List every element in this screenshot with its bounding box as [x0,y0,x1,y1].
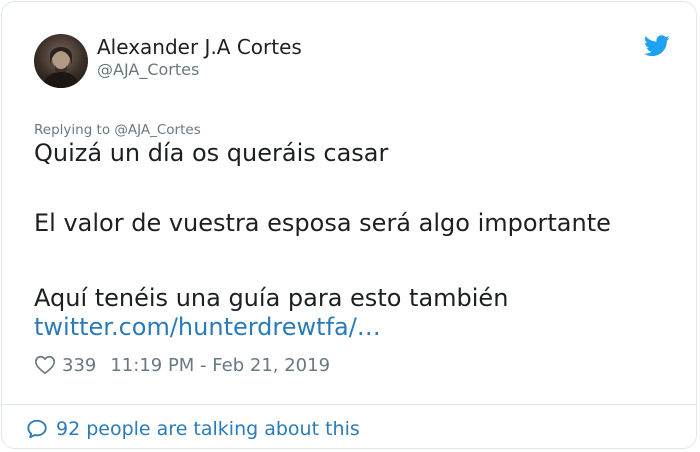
avatar-portrait [42,47,80,88]
tweet-text-line-1: Quizá un día os queráis casar [34,139,389,167]
tweet-text-line-3: Aquí tenéis una guía para esto también [34,284,509,312]
avatar[interactable] [34,34,88,88]
talking-about-link[interactable]: 92 people are talking about this [26,416,360,442]
tweet-text-line-2: El valor de vuestra esposa será algo imp… [34,209,611,237]
speech-bubble-icon [27,419,47,439]
talking-about-text: 92 people are talking about this [56,418,360,440]
like-count[interactable]: 339 [62,355,96,376]
divider [2,404,696,405]
heart-icon[interactable] [34,354,56,376]
twitter-bird-icon[interactable] [644,35,670,57]
tweet-link[interactable]: twitter.com/hunterdrewtfa/… [34,313,381,341]
author-handle[interactable]: @AJA_Cortes [97,60,199,79]
tweet-timestamp[interactable]: 11:19 PM - Feb 21, 2019 [110,355,330,376]
tweet-meta: 339 11:19 PM - Feb 21, 2019 [34,353,330,377]
author-name[interactable]: Alexander J.A Cortes [97,35,302,59]
replying-to[interactable]: Replying to @AJA_Cortes [34,122,201,138]
tweet-card: Alexander J.A Cortes @AJA_Cortes Replyin… [1,1,697,449]
